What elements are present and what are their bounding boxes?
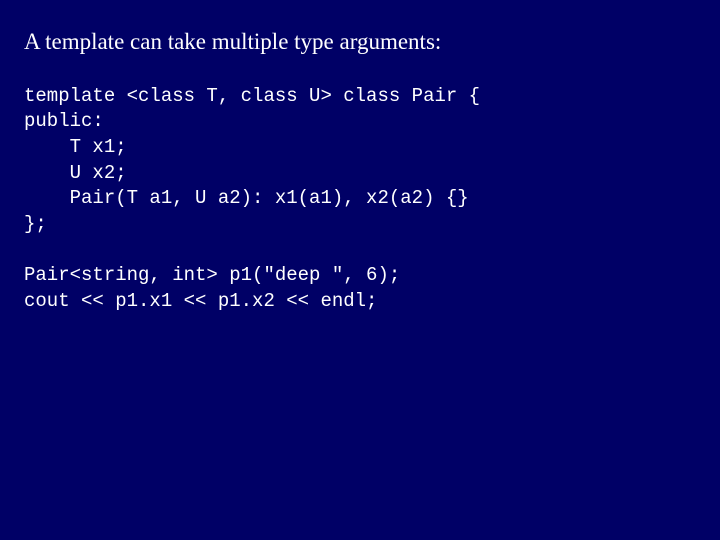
code-gap [24, 237, 696, 263]
slide: A template can take multiple type argume… [0, 0, 720, 540]
code-block-template: template <class T, class U> class Pair {… [24, 84, 696, 238]
slide-heading: A template can take multiple type argume… [24, 28, 696, 56]
code-block-usage: Pair<string, int> p1("deep ", 6); cout <… [24, 263, 696, 314]
